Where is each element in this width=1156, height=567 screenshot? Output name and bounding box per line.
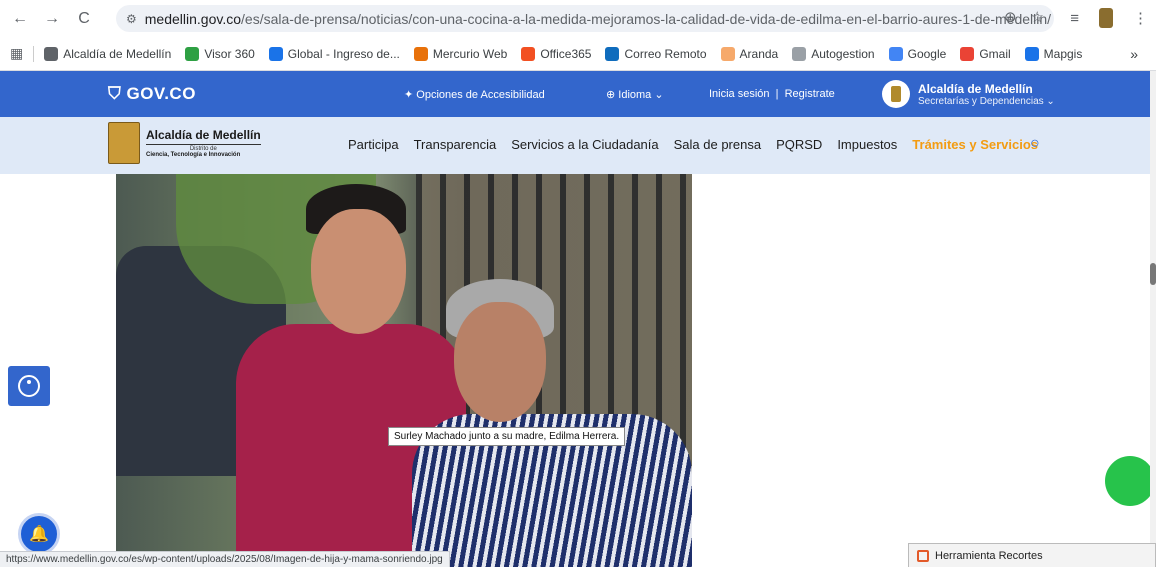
nav-servicios-ciudadania[interactable]: Servicios a la Ciudadanía [511, 137, 658, 152]
bookmark-label: Mercurio Web [432, 46, 508, 61]
bell-icon: 🔔 [29, 526, 49, 543]
site-logo-subtitle: Ciencia, Tecnología e Innovación [146, 152, 241, 158]
reload-icon[interactable]: C [72, 7, 96, 31]
bookmark-item[interactable]: Autogestion [792, 46, 875, 61]
bookmarks-bar: ▦ Alcaldía de Medellín Visor 360 Global - … [0, 37, 1156, 71]
search-icon[interactable]: ○ [1030, 135, 1040, 153]
bookmark-label: Aranda [739, 46, 779, 61]
photo-mother-face [454, 302, 546, 422]
alcaldia-dependencias-dropdown[interactable]: Alcaldía de Medellín Secretarías y Depen… [882, 80, 1055, 108]
page-scrollbar-thumb[interactable] [1150, 263, 1156, 285]
bookmark-favicon-icon [413, 46, 428, 61]
globe-icon: ⊕ [606, 89, 619, 101]
gov-top-bar: ⛉ GOV.CO ✦ Opciones de Accesibilidad ⊕ I… [0, 71, 1150, 117]
gov-shield-icon: ⛉ [108, 84, 127, 103]
chevron-down-icon: ⌄ [651, 89, 664, 101]
bookmark-favicon-icon [792, 46, 807, 61]
bookmark-label: Correo Remoto [624, 46, 707, 61]
bookmark-favicon-icon [1024, 46, 1039, 61]
bookmark-favicon-icon [185, 46, 200, 61]
bookmark-item[interactable]: Alcaldía de Medellín [44, 46, 172, 61]
bookmark-label: Alcaldía de Medellín [63, 46, 172, 61]
photo-daughter-face [311, 209, 406, 334]
browser-toolbar: ← → C ⚙ medellin.gov.co/es/sala-de-prens… [0, 0, 1156, 37]
photo-caption-tooltip: Surley Machado junto a su madre, Edilma … [388, 427, 626, 446]
bookmark-favicon-icon [268, 46, 283, 61]
page-scrollbar-track[interactable] [1150, 71, 1156, 567]
back-icon[interactable]: ← [8, 7, 32, 31]
snipping-tool-icon [917, 549, 929, 562]
extension-icon[interactable] [1099, 8, 1113, 28]
snipping-tool-taskbar[interactable]: Herramienta Recortes [908, 543, 1156, 567]
accessibility-widget-button[interactable] [8, 366, 50, 406]
site-logo[interactable]: Alcaldía de Medellín Distrito de Ciencia… [108, 122, 261, 164]
accessibility-person-icon: ✦ [404, 89, 417, 101]
alcaldia-title: Alcaldía de Medellín [918, 81, 1033, 96]
bookmarks-divider [33, 45, 35, 62]
accessibility-options-link[interactable]: ✦ Opciones de Accesibilidad [404, 88, 545, 101]
bookmark-item[interactable]: Correo Remoto [605, 46, 707, 61]
bookmark-item[interactable]: Office365 [521, 46, 592, 61]
url-text[interactable]: medellin.gov.co/es/sala-de-prensa/notici… [145, 11, 1051, 27]
notification-bell-button[interactable]: 🔔 [18, 513, 60, 555]
site-logo-district: Distrito de [146, 144, 261, 152]
bookmark-label: Visor 360 [204, 46, 255, 61]
bookmark-favicon-icon [605, 46, 620, 61]
forward-icon[interactable]: → [40, 7, 64, 31]
bookmark-label: Office365 [540, 46, 592, 61]
address-bar[interactable]: ⚙ medellin.gov.co/es/sala-de-prensa/noti… [116, 5, 1054, 32]
language-dropdown[interactable]: ⊕ Idioma ⌄ [606, 88, 664, 101]
bookmark-favicon-icon [960, 46, 975, 61]
bookmark-favicon-icon [44, 46, 59, 61]
main-nav: Participa Transparencia Servicios a la C… [348, 137, 1038, 152]
alcaldia-subtitle: Secretarías y Dependencias ⌄ [918, 95, 1055, 107]
medellin-coat-of-arms-icon [108, 122, 140, 164]
chat-floating-button[interactable] [1105, 456, 1155, 506]
article-photo[interactable] [116, 174, 692, 567]
gov-co-logo[interactable]: ⛉ GOV.CO [108, 84, 196, 104]
snipping-tool-label: Herramienta Recortes [935, 549, 1043, 562]
browser-menu-icon[interactable]: ⋮ [1133, 9, 1148, 27]
nav-tramites-servicios[interactable]: Trámites y Servicios [912, 137, 1038, 152]
bookmark-label: Global - Ingreso de... [287, 46, 400, 61]
nav-transparencia[interactable]: Transparencia [414, 137, 497, 152]
login-register-link[interactable]: Inicia sesión | Registrate [709, 88, 835, 100]
bookmark-item[interactable]: Global - Ingreso de... [268, 46, 400, 61]
bookmark-star-icon[interactable]: ☆ [1031, 8, 1044, 26]
nav-participa[interactable]: Participa [348, 137, 399, 152]
nav-pqrsd[interactable]: PQRSD [776, 137, 822, 152]
site-info-icon[interactable]: ⚙ [126, 12, 137, 26]
apps-grid-icon[interactable]: ▦ [10, 45, 23, 62]
bookmark-item[interactable]: Mapgis [1024, 46, 1083, 61]
status-bar-link: https://www.medellin.gov.co/es/wp-conten… [0, 551, 450, 567]
reading-list-icon[interactable]: ≡ [1070, 10, 1079, 27]
bookmark-item[interactable]: Aranda [720, 46, 779, 61]
bookmark-favicon-icon [888, 46, 903, 61]
bookmark-item[interactable]: Visor 360 [185, 46, 255, 61]
bookmark-item[interactable]: Gmail [960, 46, 1011, 61]
site-header: Alcaldía de Medellín Distrito de Ciencia… [0, 117, 1150, 174]
bookmark-favicon-icon [521, 46, 536, 61]
accessibility-icon [18, 375, 40, 397]
nav-impuestos[interactable]: Impuestos [837, 137, 897, 152]
alcaldia-shield-icon [882, 80, 910, 108]
bookmark-item[interactable]: Mercurio Web [413, 46, 508, 61]
bookmark-favicon-icon [720, 46, 735, 61]
bookmarks-overflow-icon[interactable]: » [1130, 46, 1138, 62]
bookmark-label: Mapgis [1043, 46, 1083, 61]
site-logo-title: Alcaldía de Medellín [146, 128, 261, 142]
nav-sala-de-prensa[interactable]: Sala de prensa [674, 137, 761, 152]
zoom-icon[interactable]: ⊕ [1004, 8, 1017, 26]
bookmark-label: Google [907, 46, 947, 61]
bookmark-label: Gmail [979, 46, 1011, 61]
bookmark-item[interactable]: Google [888, 46, 947, 61]
bookmark-label: Autogestion [811, 46, 875, 61]
